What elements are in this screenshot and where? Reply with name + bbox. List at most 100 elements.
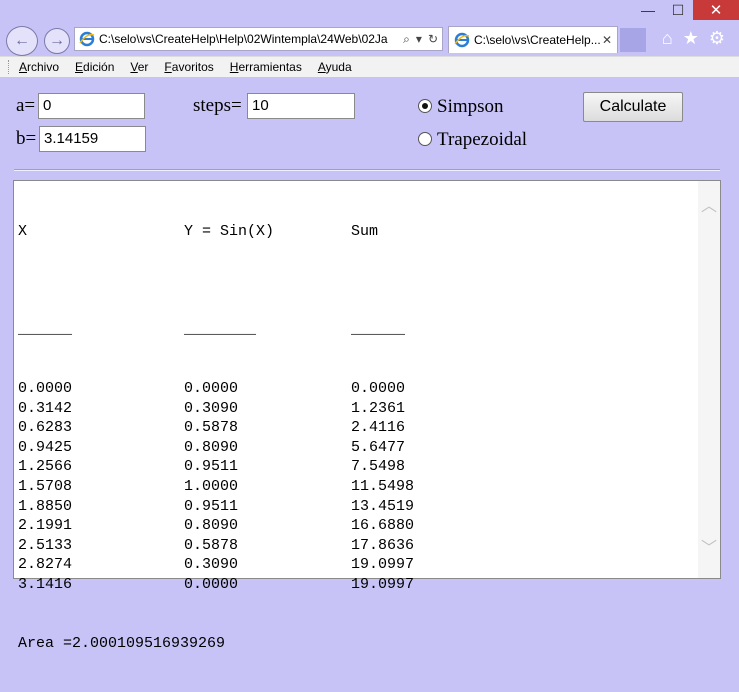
cell-x: 0.6283 [18,419,73,437]
favorites-star-icon[interactable]: ★ [683,28,699,49]
menu-bar: Archivo Edición Ver Favoritos Herramient… [0,56,739,78]
cell-x: 3.1416 [18,575,73,593]
cell-y: 0.9511 [184,497,239,515]
header-sum: Sum [351,223,379,241]
underline-row: ______ ________ ______ [18,320,414,340]
browser-window: — ☐ ✕ ← → C:\selo\vs\CreateHelp\Help\02W… [0,0,739,652]
cell-x: 0.0000 [18,379,73,397]
menu-favoritos[interactable]: Favoritos [164,60,213,74]
header-x: X [18,223,28,241]
menu-ver[interactable]: Ver [130,60,148,74]
b-input[interactable]: 3.14159 [39,126,146,152]
underline-x: ______ [18,321,73,339]
cell-x: 0.9425 [18,438,73,456]
header-y: Y = Sin(X) [184,223,275,241]
address-bar[interactable]: C:\selo\vs\CreateHelp\Help\02Wintempla\2… [74,27,443,51]
maximize-button[interactable]: ☐ [663,0,693,20]
vertical-scrollbar[interactable]: ︿ ﹀ [698,181,720,578]
table-row: 0.0000 0.0000 0.0000 [18,379,414,399]
home-icon[interactable]: ⌂ [662,28,673,49]
cell-x: 1.5708 [18,477,73,495]
table-row: 0.3142 0.3090 1.2361 [18,399,414,419]
cell-y: 0.5878 [184,536,239,554]
settings-gear-icon[interactable]: ⚙ [709,28,725,49]
table-row: 1.5708 1.0000 11.5498 [18,477,414,497]
cell-x: 1.8850 [18,497,73,515]
ie-icon [79,31,95,47]
cell-sum: 19.0997 [351,556,415,574]
menu-archivo[interactable]: Archivo [19,60,59,74]
table-row: 2.8274 0.3090 19.0997 [18,555,414,575]
cell-y: 0.3090 [184,556,239,574]
cell-y: 0.8090 [184,517,239,535]
address-controls: ⌕ ▾ ↻ [399,32,442,47]
cell-x: 1.2566 [18,458,73,476]
menu-grip [8,60,11,74]
ie-icon [454,32,470,48]
b-label: b= [16,128,37,149]
cell-sum: 2.4116 [351,419,406,437]
simpson-label[interactable]: Simpson [437,96,504,118]
tab-close-icon[interactable]: ✕ [600,33,614,47]
cell-sum: 5.6477 [351,438,406,456]
cell-x: 0.3142 [18,399,73,417]
menu-ayuda[interactable]: Ayuda [318,60,352,74]
navigation-bar: ← → C:\selo\vs\CreateHelp\Help\02Wintemp… [0,24,739,56]
table-row: 2.1991 0.8090 16.6880 [18,516,414,536]
output-textarea[interactable]: X Y = Sin(X) Sum ______ ________ ______ … [13,180,721,652]
menu-herramientas[interactable]: Herramientas [230,60,302,74]
steps-input[interactable]: 10 [247,93,355,119]
area-result: Area =2.000109516939269 [18,634,226,652]
cell-y: 0.0000 [184,575,239,593]
table-row: 0.9425 0.8090 5.6477 [18,438,414,458]
scroll-down-icon[interactable]: ﹀ [698,538,720,560]
trapezoidal-label[interactable]: Trapezoidal [437,129,527,151]
refresh-icon[interactable]: ↻ [428,32,438,47]
minimize-button[interactable]: — [633,0,663,20]
table-row: 2.5133 0.5878 17.8636 [18,536,414,556]
cell-y: 0.9511 [184,458,239,476]
cell-sum: 19.0997 [351,575,415,593]
cell-sum: 1.2361 [351,399,406,417]
toolbar-icons: ⌂ ★ ⚙ [662,28,725,49]
forward-button[interactable]: → [44,28,70,54]
address-text[interactable]: C:\selo\vs\CreateHelp\Help\02Wintempla\2… [99,32,399,46]
menu-edicion[interactable]: Edición [75,60,114,74]
divider [14,169,720,171]
a-label: a= [16,95,36,116]
cell-y: 0.0000 [184,379,239,397]
header-row: X Y = Sin(X) Sum [18,222,414,242]
table-row: 3.1416 0.0000 19.0997 [18,575,414,595]
cell-sum: 0.0000 [351,379,406,397]
scroll-up-icon[interactable]: ︿ [698,196,720,218]
cell-y: 0.8090 [184,438,239,456]
calculate-button[interactable]: Calculate [583,92,683,122]
cell-x: 2.8274 [18,556,73,574]
back-button[interactable]: ← [6,26,38,56]
underline-y: ________ [184,321,257,339]
cell-x: 2.1991 [18,517,73,535]
cell-sum: 17.8636 [351,536,415,554]
page-content: a= 0 b= 3.14159 steps= 10 Simpson Trapez… [0,77,739,652]
table-row: 0.6283 0.5878 2.4116 [18,418,414,438]
cell-sum: 16.6880 [351,517,415,535]
cell-y: 0.3090 [184,399,239,417]
new-tab-button[interactable] [620,28,646,52]
close-button[interactable]: ✕ [693,0,739,20]
simpson-radio[interactable] [418,99,432,113]
caption-buttons: — ☐ ✕ [633,0,739,22]
a-input[interactable]: 0 [38,93,145,119]
table-row: 1.8850 0.9511 13.4519 [18,497,414,517]
search-icon[interactable]: ⌕ [403,32,410,47]
output-text: X Y = Sin(X) Sum ______ ________ ______ … [18,183,414,692]
tab-active[interactable]: C:\selo\vs\CreateHelp... ✕ [448,26,618,53]
dropdown-icon[interactable]: ▾ [416,32,422,47]
cell-y: 0.5878 [184,419,239,437]
trapezoidal-radio[interactable] [418,132,432,146]
underline-sum: ______ [351,321,406,339]
steps-label: steps= [193,95,242,116]
cell-y: 1.0000 [184,477,239,495]
cell-sum: 11.5498 [351,477,415,495]
table-row: 1.2566 0.9511 7.5498 [18,457,414,477]
cell-sum: 7.5498 [351,458,406,476]
